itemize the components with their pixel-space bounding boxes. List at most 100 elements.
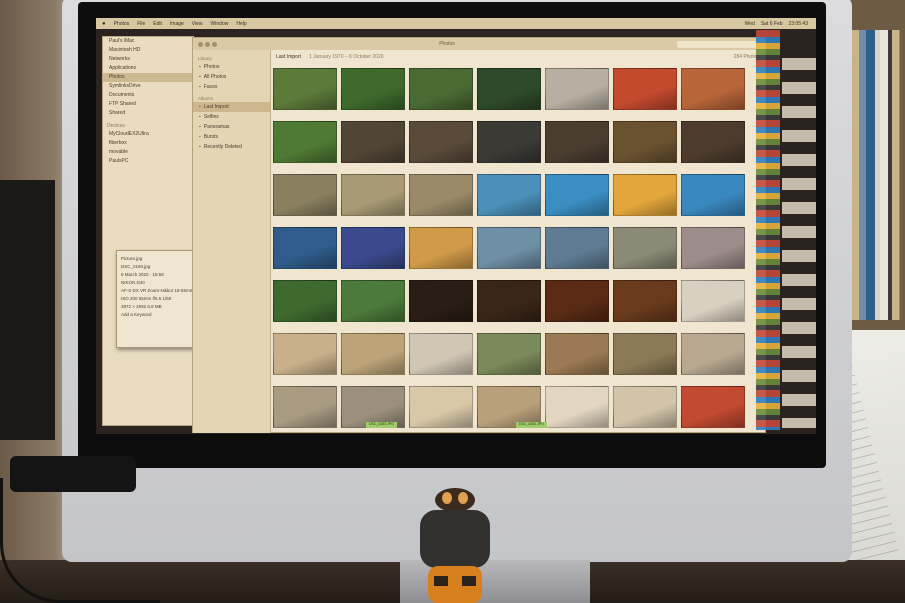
photos-titlebar: Photos (193, 38, 765, 50)
sidebar-item-label: Panoramas (203, 124, 230, 130)
sidebar-item[interactable]: ▪ Selfies (193, 112, 270, 122)
sidebar-item[interactable]: ▪ Recently Deleted (193, 142, 270, 152)
finder-item[interactable]: SymlinksDrive (103, 82, 193, 91)
photo-thumbnail[interactable] (273, 386, 337, 428)
sidebar-item[interactable]: ▪ Photos (193, 62, 270, 72)
menu-file[interactable]: File (137, 21, 145, 27)
sidebar-item[interactable]: ▪ Bursts (193, 132, 270, 142)
photo-thumbnail[interactable] (341, 121, 405, 163)
photo-thumbnail[interactable] (545, 280, 609, 322)
albums-heading: Albums (198, 96, 214, 101)
trash-icon: ▪ (199, 144, 201, 150)
photo-thumbnail[interactable] (273, 174, 337, 216)
photo-thumbnail[interactable] (681, 174, 745, 216)
menu-edit[interactable]: Edit (153, 21, 162, 27)
photo-thumbnail[interactable] (273, 280, 337, 322)
finder-item[interactable]: Applications (103, 64, 193, 73)
photo-thumbnail[interactable] (545, 121, 609, 163)
photo-thumbnail[interactable] (681, 68, 745, 110)
photo-thumbnail[interactable] (477, 280, 541, 322)
photo-thumbnail[interactable] (409, 68, 473, 110)
finder-item[interactable]: Macintosh HD (103, 46, 193, 55)
apple-icon[interactable]: ● (102, 21, 106, 27)
figurine-ear (442, 492, 452, 504)
status-date: Sat 6 Feb (760, 20, 783, 27)
dock[interactable] (756, 30, 780, 430)
knitted-figurine (420, 488, 490, 603)
finder-item[interactable]: Documents (103, 91, 193, 100)
photo-thumbnail[interactable] (341, 280, 405, 322)
finder-item[interactable]: Paul's iMac (103, 37, 193, 46)
photo-thumbnail[interactable] (681, 386, 745, 428)
photo-thumbnail[interactable] (545, 227, 609, 269)
sidebar-item-label: Bursts (203, 134, 218, 140)
finder-item[interactable]: FTP Shared (103, 100, 193, 109)
file-tag: DSC_0284.JPG (516, 422, 547, 428)
photo-thumbnail[interactable] (409, 174, 473, 216)
sidebar-item[interactable]: ▪ Last Import (193, 102, 270, 112)
photo-thumbnail[interactable] (477, 68, 541, 110)
photo-thumbnail[interactable] (409, 280, 473, 322)
photo-thumbnail[interactable] (545, 386, 609, 428)
photo-thumbnail[interactable] (545, 68, 609, 110)
search-field[interactable] (676, 40, 757, 48)
photo-thumbnail[interactable] (613, 386, 677, 428)
photo-thumbnail[interactable] (545, 174, 609, 216)
finder-device[interactable]: fiberbox (103, 139, 193, 148)
photo-thumbnail[interactable] (613, 227, 677, 269)
photo-thumbnail[interactable] (409, 227, 473, 269)
sidebar-item[interactable]: ▪ Panoramas (193, 122, 270, 132)
photo-thumbnail[interactable] (273, 68, 337, 110)
photo-thumbnail[interactable] (477, 227, 541, 269)
status-wifi[interactable]: Wed (745, 21, 755, 27)
window-title: Photos (439, 41, 455, 47)
photo-thumbnail[interactable] (477, 333, 541, 375)
photo-thumbnail[interactable] (409, 121, 473, 163)
menu-app[interactable]: Photos (114, 21, 130, 27)
photo-thumbnail[interactable] (341, 68, 405, 110)
photo-thumbnail[interactable] (477, 174, 541, 216)
photo-thumbnail[interactable] (545, 333, 609, 375)
photo-thumbnail[interactable] (409, 333, 473, 375)
menu-bar: ● Photos File Edit Image View Window Hel… (96, 18, 816, 29)
window-controls[interactable] (193, 41, 217, 47)
finder-devices-heading: Devices (107, 123, 125, 129)
finder-device[interactable]: MyCloudEX2Ultra (103, 130, 193, 139)
camera-icon: ▪ (199, 114, 201, 120)
sidebar-item[interactable]: ▪ Faces (193, 82, 270, 92)
menu-image[interactable]: Image (170, 21, 184, 27)
photo-thumbnail[interactable] (613, 121, 677, 163)
photo-thumbnail[interactable] (681, 121, 745, 163)
sidebar-item[interactable]: ▪ All Photos (193, 72, 270, 82)
menu-help[interactable]: Help (236, 21, 246, 27)
finder-device[interactable]: PaulsPC (103, 157, 193, 166)
finder-item[interactable]: Networks (103, 55, 193, 64)
menu-view[interactable]: View (192, 21, 203, 27)
menu-status: Wed Sat 6 Feb 23:05:43 (745, 21, 816, 27)
photo-thumbnail[interactable] (613, 280, 677, 322)
photo-thumbnail[interactable] (341, 333, 405, 375)
photo-thumbnail[interactable] (341, 227, 405, 269)
finder-item[interactable]: Shared (103, 109, 193, 118)
finder-item[interactable]: Photos (103, 73, 193, 82)
photo-thumbnail[interactable] (681, 333, 745, 375)
photo-thumbnail[interactable] (273, 227, 337, 269)
sidebar-item-label: Recently Deleted (203, 144, 242, 150)
photo-thumbnail[interactable] (273, 121, 337, 163)
photo-thumbnail[interactable] (681, 227, 745, 269)
menu-window[interactable]: Window (211, 21, 229, 27)
sidebar-item-label: Photos (203, 64, 220, 70)
photo-thumbnail[interactable] (681, 280, 745, 322)
finder-device[interactable]: movable (103, 148, 193, 157)
figurine-ear (458, 492, 468, 504)
photo-thumbnail[interactable] (613, 68, 677, 110)
photo-thumbnail[interactable] (477, 121, 541, 163)
photo-thumbnail[interactable] (613, 333, 677, 375)
photo-thumbnail[interactable] (341, 174, 405, 216)
photo-thumbnail[interactable] (273, 333, 337, 375)
figurine-body (420, 510, 490, 568)
desktop-files[interactable] (782, 58, 816, 428)
photo-thumbnail[interactable] (409, 386, 473, 428)
photo-thumbnail[interactable] (613, 174, 677, 216)
finder-devices: MyCloudEX2Ultra fiberbox movable PaulsPC (103, 130, 193, 166)
